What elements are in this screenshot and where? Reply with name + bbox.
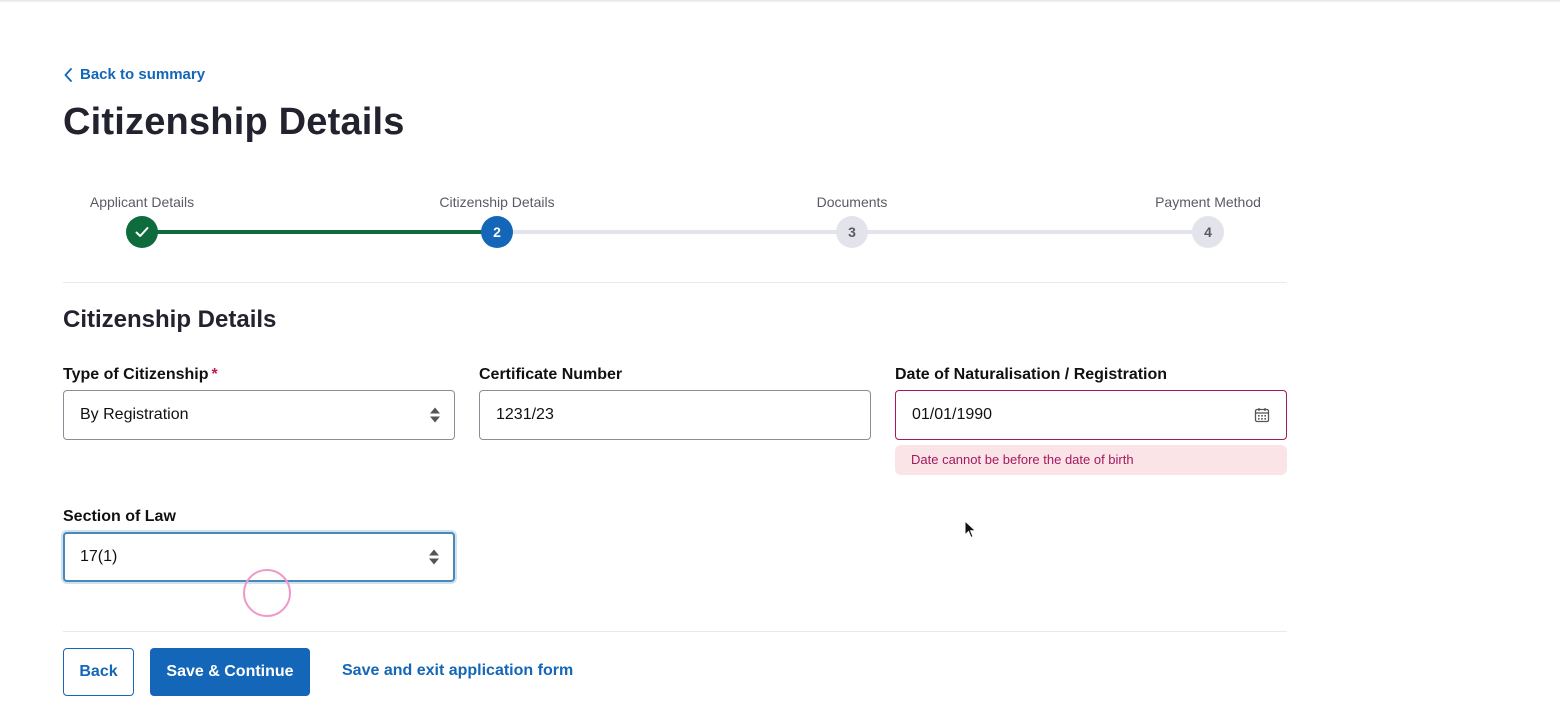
- type-of-citizenship-label: Type of Citizenship *: [63, 366, 455, 390]
- calendar-icon[interactable]: [1254, 407, 1270, 423]
- top-shadow: [0, 0, 1560, 3]
- mouse-cursor-icon: [964, 520, 977, 539]
- step-label-payment-method: Payment Method: [1155, 194, 1261, 210]
- check-icon: [135, 227, 149, 237]
- page-title: Citizenship Details: [63, 101, 405, 143]
- date-of-naturalisation-input[interactable]: 01/01/1990: [895, 390, 1287, 440]
- step-label-documents: Documents: [816, 194, 888, 210]
- section-of-law-label: Section of Law: [63, 508, 176, 525]
- step-4-indicator: 4: [1192, 216, 1224, 248]
- date-error-message: Date cannot be before the date of birth: [895, 445, 1287, 475]
- click-indicator-ring: [243, 569, 291, 617]
- chevron-left-icon: [64, 67, 72, 82]
- date-of-naturalisation-field: Date of Naturalisation / Registration 01…: [895, 366, 1287, 475]
- type-of-citizenship-field: Type of Citizenship * By Registration: [63, 366, 455, 440]
- step-label-citizenship-details: Citizenship Details: [439, 194, 555, 210]
- section-title: Citizenship Details: [63, 306, 277, 333]
- step-label-applicant-details: Applicant Details: [89, 194, 195, 210]
- back-button[interactable]: Back: [63, 648, 134, 696]
- step-3-indicator: 3: [836, 216, 868, 248]
- back-to-summary-link[interactable]: Back to summary: [64, 66, 205, 83]
- date-of-naturalisation-value: 01/01/1990: [912, 406, 993, 423]
- required-asterisk: *: [211, 366, 218, 383]
- back-to-summary-label: Back to summary: [80, 66, 206, 83]
- select-arrows-icon: [430, 407, 440, 423]
- type-of-citizenship-label-text: Type of Citizenship: [63, 366, 209, 383]
- stepper-track-completed: [142, 230, 497, 234]
- type-of-citizenship-select[interactable]: By Registration: [63, 390, 455, 440]
- certificate-number-field: Certificate Number 1231/23: [479, 366, 871, 440]
- select-arrows-icon: [429, 549, 439, 565]
- section-divider-top: [63, 282, 1287, 283]
- section-divider-bottom: [63, 631, 1287, 632]
- save-continue-button[interactable]: Save & Continue: [150, 648, 310, 696]
- certificate-number-label: Certificate Number: [479, 366, 623, 383]
- step-1-indicator[interactable]: [126, 216, 158, 248]
- date-of-naturalisation-label: Date of Naturalisation / Registration: [895, 366, 1168, 383]
- certificate-number-value: 1231/23: [496, 406, 554, 423]
- save-and-exit-link[interactable]: Save and exit application form: [342, 662, 573, 680]
- step-2-indicator: 2: [481, 216, 513, 248]
- section-of-law-value: 17(1): [80, 548, 118, 565]
- certificate-number-input[interactable]: 1231/23: [479, 390, 871, 440]
- progress-stepper: Applicant Details Citizenship Details 2 …: [64, 190, 1288, 254]
- type-of-citizenship-value: By Registration: [80, 406, 189, 423]
